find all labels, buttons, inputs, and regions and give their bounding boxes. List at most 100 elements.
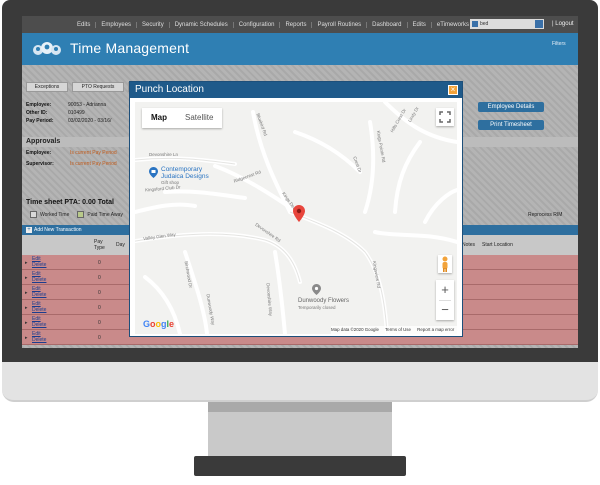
paid-time-swatch [77, 211, 85, 218]
delete-link[interactable]: Delete [32, 292, 46, 298]
poi-judaica-designs[interactable]: Contemporary Judaica Designs Gift shop [149, 166, 209, 185]
map-type-satellite[interactable]: Satellite [176, 108, 222, 128]
paid-time-label: Paid Time Away [87, 211, 123, 218]
place-pin-icon [312, 284, 321, 295]
nav-item[interactable]: eTimeworks [432, 21, 475, 28]
add-transaction-label[interactable]: Add New Transaction [34, 227, 82, 233]
dialog-header: Punch Location × [130, 82, 462, 98]
poi-status: Temporarily closed [298, 305, 336, 310]
delete-link[interactable]: Delete [32, 322, 46, 328]
poi-name: Judaica Designs [161, 173, 209, 180]
street-view-pegman[interactable] [438, 255, 452, 273]
timesheet-title: Time sheet PTA: 0.00 Total [26, 199, 114, 206]
monitor-stand-base [194, 456, 406, 476]
street-label: Devonshire Ln [149, 152, 179, 157]
monitor-chin [2, 362, 598, 402]
filters-link[interactable]: Filters [552, 41, 566, 47]
poi-name: Contemporary [161, 166, 203, 173]
pay-type-cell: 0 [98, 320, 101, 326]
employee-info: Employee: 90053 - Adrianna Other ID: 01049… [26, 102, 111, 126]
zoom-control: + − [436, 280, 454, 320]
nav-item[interactable]: Employees [96, 21, 138, 28]
page-title: Time Management [70, 40, 190, 56]
map-type-map[interactable]: Map [142, 108, 176, 128]
fullscreen-icon [439, 111, 451, 123]
map-view[interactable]: Map Satellite Devonshire Ln Bluebird Rd … [135, 102, 457, 334]
dialog-title: Punch Location [135, 84, 204, 95]
employee-details-button[interactable]: Employee Details [478, 102, 544, 112]
zoom-in-button[interactable]: + [436, 280, 454, 300]
expand-arrow-icon[interactable]: ▸ [25, 290, 28, 296]
zoom-out-button[interactable]: − [436, 300, 454, 320]
other-id-value: 010499 [68, 110, 85, 116]
expand-arrow-icon[interactable]: ▸ [25, 275, 28, 281]
expand-arrow-icon[interactable]: ▸ [25, 335, 28, 341]
pay-type-cell: 0 [98, 260, 101, 266]
search-icon [472, 21, 478, 27]
nav-item[interactable]: Dashboard [367, 21, 408, 28]
logo-icon [33, 42, 61, 55]
expand-arrow-icon[interactable]: ▸ [25, 305, 28, 311]
pay-period-value[interactable]: 03/02/2020 - 03/16/ [68, 118, 111, 126]
search-select[interactable]: bed [470, 19, 544, 29]
pegman-icon [442, 256, 448, 272]
delete-link[interactable]: Delete [32, 337, 46, 343]
map-footer: Map data ©2020 Google Terms of Use Repor… [331, 326, 457, 334]
chevron-down-icon[interactable] [535, 20, 543, 28]
terms-of-use-link[interactable]: Terms of Use [385, 327, 411, 332]
app-header: Time Management Filters [22, 33, 578, 65]
employee-value[interactable]: 90053 - Adrianna [68, 102, 106, 110]
expand-arrow-icon[interactable]: ▸ [25, 260, 28, 266]
worked-time-label: Worked Time [40, 211, 70, 218]
map-type-control: Map Satellite [142, 108, 223, 128]
google-logo: Google [143, 319, 175, 329]
nav-item[interactable]: Edits [408, 21, 432, 28]
tab-exceptions[interactable]: Exceptions [26, 82, 68, 92]
approval-employee-value: Is current Pay Period [70, 150, 117, 156]
approval-supervisor-label: Supervisor: [26, 161, 54, 167]
delete-link[interactable]: Delete [32, 307, 46, 313]
employee-label: Employee: [26, 102, 52, 108]
punch-location-dialog: Punch Location × Map Satellite Devonshir… [129, 81, 463, 337]
nav-item[interactable]: Payroll Routines [312, 21, 368, 28]
gift-shop-icon [149, 167, 158, 178]
nav-item[interactable]: Security [137, 21, 170, 28]
pay-type-cell: 0 [98, 335, 101, 341]
report-map-error-link[interactable]: Report a map error [417, 327, 454, 332]
punch-location-pin-icon[interactable] [293, 205, 305, 222]
col-day: Day [116, 242, 125, 248]
nav-item[interactable]: Dynamic Schedules [170, 21, 234, 28]
pay-period-label: Pay Period: [26, 118, 54, 124]
search-select-value: bed [480, 21, 489, 27]
pay-type-cell: 0 [98, 290, 101, 296]
delete-link[interactable]: Delete [32, 277, 46, 283]
nav-item[interactable]: Configuration [234, 21, 281, 28]
plus-icon[interactable]: + [26, 227, 32, 233]
print-timesheet-button[interactable]: Print Timesheet [478, 120, 544, 130]
tab-pto-requests[interactable]: PTO Requests [72, 82, 124, 92]
poi-dunwoody-flowers[interactable]: Dunwoody Flowers Temporarily closed [298, 284, 350, 310]
col-pay-type: Pay Type [94, 239, 105, 251]
poi-name: Dunwoody Flowers [298, 298, 350, 304]
top-nav: Edits Employees Security Dynamic Schedules C… [22, 16, 578, 33]
reprocess-link[interactable]: Reprocess RIM [528, 212, 562, 218]
approvals-rows: Employee: Is current Pay Period Superviso… [26, 150, 117, 172]
nav-item[interactable]: Reports [280, 21, 313, 28]
fullscreen-button[interactable] [436, 108, 454, 126]
map-data-attribution: Map data ©2020 Google [331, 327, 379, 332]
delete-link[interactable]: Delete [32, 262, 46, 268]
close-icon[interactable]: × [448, 85, 458, 95]
pay-type-cell: 0 [98, 305, 101, 311]
col-start-location: Start Location [482, 242, 513, 248]
expand-arrow-icon[interactable]: ▸ [25, 320, 28, 326]
nav-item[interactable]: Edits [72, 21, 97, 28]
logout-link[interactable]: | Logout [552, 16, 574, 33]
pay-type-cell: 0 [98, 275, 101, 281]
timesheet-legend: Worked Time Paid Time Away [30, 211, 123, 218]
screen: Edits Employees Security Dynamic Schedules C… [22, 16, 578, 348]
approval-employee-label: Employee: [26, 150, 52, 156]
other-id-label: Other ID: [26, 110, 48, 116]
worked-time-swatch [30, 211, 37, 218]
poi-type: Gift shop [161, 180, 180, 185]
monitor: Edits Employees Security Dynamic Schedules C… [0, 0, 600, 485]
